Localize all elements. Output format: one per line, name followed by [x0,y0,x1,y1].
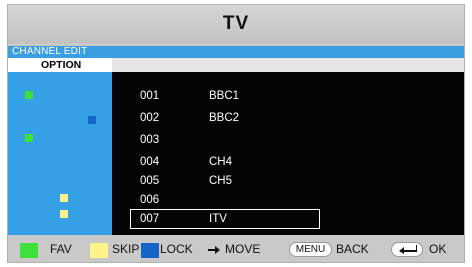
enter-key-pill [391,242,423,257]
channel-name: BBC2 [209,112,240,124]
channel-name: ITV [209,213,227,225]
fav-label: FAV [50,242,72,256]
channel-row-003[interactable]: 003 [130,130,320,150]
fav-marker-003 [25,134,33,142]
channel-row-005[interactable]: 005 CH5 [130,171,320,191]
skip-label: SKIP [112,242,140,256]
window-title: TV [8,5,464,43]
back-label: BACK [336,242,369,256]
skip-color-swatch [90,243,108,258]
channel-name: BBC1 [209,90,240,102]
ok-label: OK [429,242,447,256]
channel-row-002[interactable]: 002 BBC2 [130,108,320,128]
channel-number: 005 [140,175,160,187]
menu-key-label: MENU [295,244,326,255]
channel-number: 006 [140,194,160,206]
key-legend: FAV SKIP LOCK MOVE MENU BACK OK [8,237,464,262]
channel-row-007-selected[interactable]: 007 ITV [130,209,320,229]
channel-row-004[interactable]: 004 CH4 [130,152,320,172]
fav-marker-001 [25,91,33,99]
section-header: CHANNEL EDIT [8,46,464,58]
lock-color-swatch [141,243,159,258]
fav-color-swatch [20,243,38,258]
channel-name: CH4 [209,156,233,168]
channel-number: 002 [140,112,160,124]
right-arrow-icon [208,246,220,254]
markers-panel [8,72,112,235]
channel-number: 001 [140,90,160,102]
channel-number: 007 [140,213,160,225]
channel-row-006[interactable]: 006 [130,190,320,210]
move-label: MOVE [225,242,261,256]
lock-marker-002 [88,116,96,124]
channel-edit-window: TV CHANNEL EDIT OPTION 001 BBC1 002 BBC2… [7,4,465,263]
channel-number: 003 [140,134,160,146]
channel-row-001[interactable]: 001 BBC1 [130,86,320,106]
enter-arrow-icon [399,245,417,254]
skip-marker-006 [60,194,68,202]
lock-label: LOCK [160,242,193,256]
channel-name: CH5 [209,175,233,187]
skip-marker-007 [60,210,68,218]
menu-key-pill: MENU [289,242,332,257]
option-strip [112,58,464,72]
option-label: OPTION [8,58,112,72]
channel-list[interactable]: 001 BBC1 002 BBC2 003 004 CH4 005 CH5 00… [112,72,464,235]
channel-number: 004 [140,156,160,168]
